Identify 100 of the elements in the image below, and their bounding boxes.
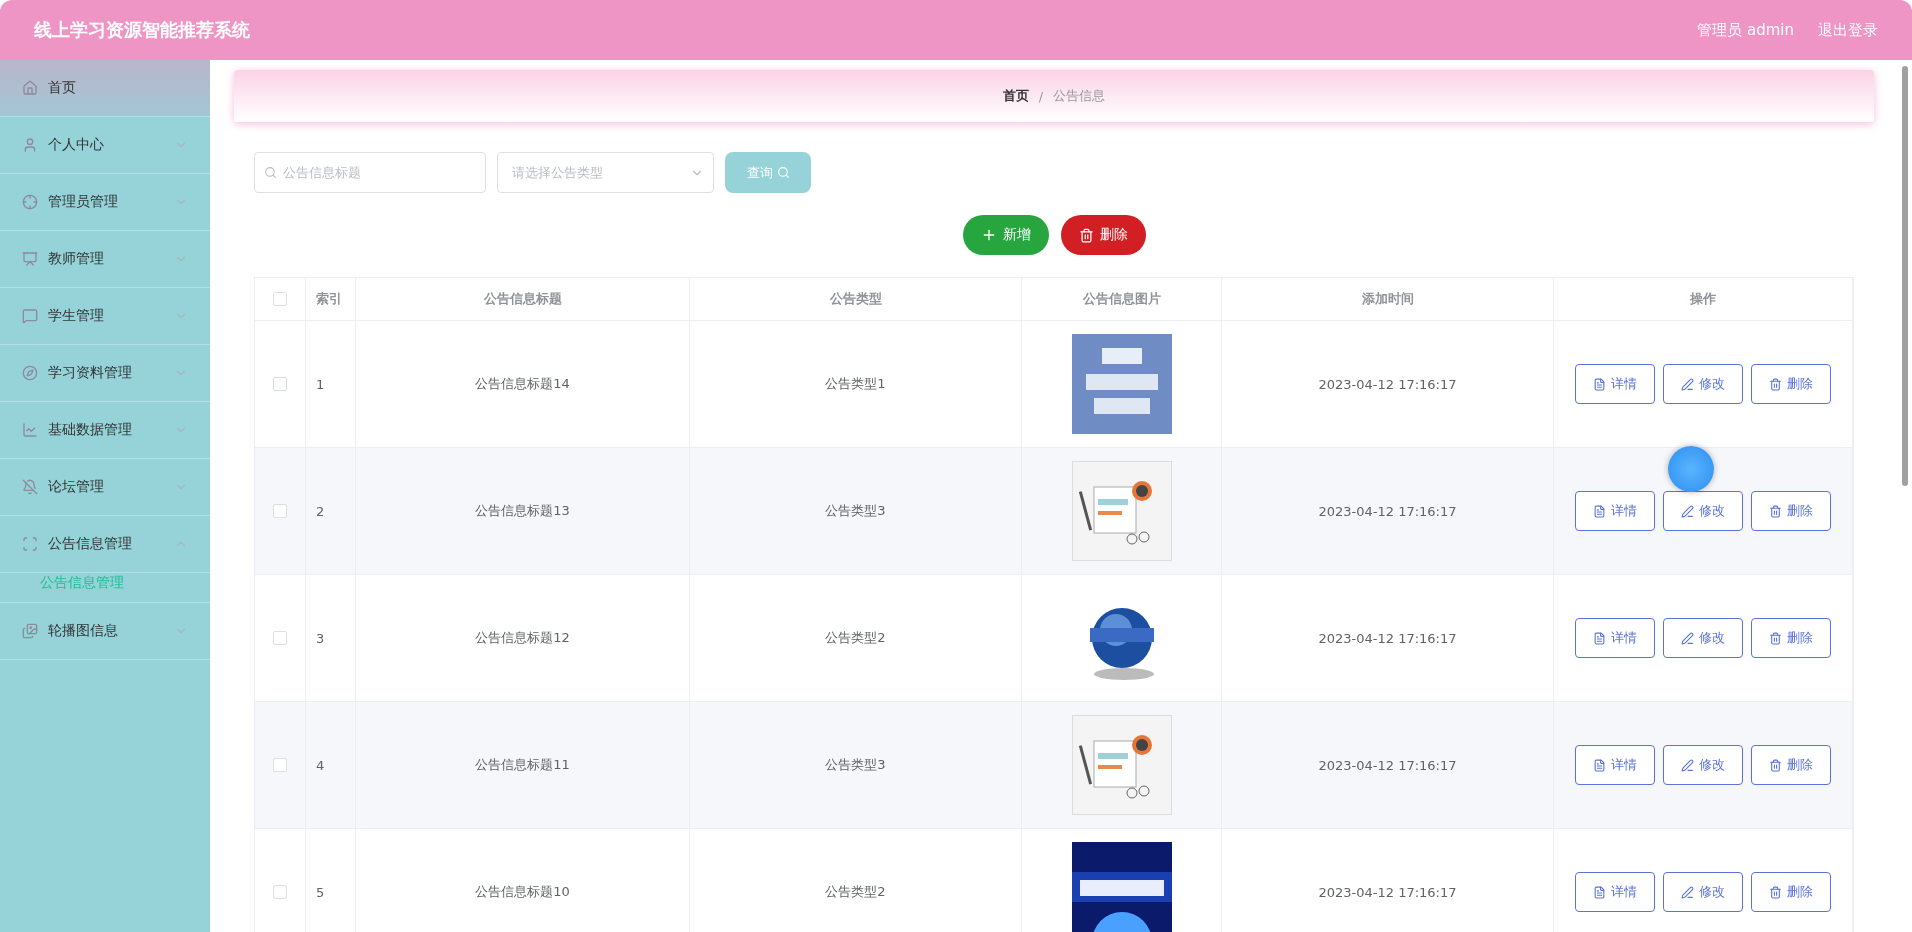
table-cell: 2023-04-12 17:16:17 bbox=[1318, 884, 1457, 900]
trash-icon bbox=[1769, 758, 1782, 772]
trash-icon bbox=[1769, 631, 1782, 645]
details-button[interactable]: 详情 bbox=[1575, 364, 1655, 404]
document-icon bbox=[1593, 504, 1606, 518]
chart-icon bbox=[22, 422, 38, 438]
breadcrumb-item[interactable]: 首页 bbox=[1002, 87, 1029, 105]
delete-button[interactable]: 删除 bbox=[1751, 364, 1831, 404]
column-header: 公告类型 bbox=[829, 290, 882, 308]
table-cell: 公告类型2 bbox=[825, 629, 886, 647]
sidebar-label: 公告信息管理 bbox=[48, 535, 133, 553]
user-label: 管理员 admin bbox=[1697, 20, 1794, 40]
row-checkbox[interactable] bbox=[273, 885, 287, 899]
table-cell: 3 bbox=[316, 630, 325, 646]
table-cell: 2023-04-12 17:16:17 bbox=[1318, 757, 1457, 773]
document-icon bbox=[1593, 631, 1606, 645]
table-cell: 公告类型2 bbox=[825, 883, 886, 901]
sidebar-label: 学生管理 bbox=[48, 307, 105, 325]
table-cell: 公告信息标题14 bbox=[475, 375, 570, 393]
table-cell: 公告类型1 bbox=[825, 375, 886, 393]
trash-icon bbox=[1078, 227, 1094, 243]
delete-button[interactable]: 删除 bbox=[1751, 872, 1831, 912]
add-button[interactable]: 新增 bbox=[962, 215, 1049, 255]
pen-icon bbox=[1681, 377, 1694, 391]
delete-button[interactable]: 删除 bbox=[1060, 215, 1146, 255]
breadcrumb-separator: / bbox=[1038, 88, 1044, 104]
details-button[interactable]: 详情 bbox=[1575, 618, 1655, 658]
sidebar-item[interactable]: 教师管理 bbox=[0, 231, 210, 288]
details-button[interactable]: 详情 bbox=[1575, 745, 1655, 785]
sidebar-label: 论坛管理 bbox=[48, 478, 105, 496]
trash-icon bbox=[1769, 504, 1782, 518]
sidebar-label: 首页 bbox=[48, 79, 77, 97]
title-search-field[interactable]: 公告信息标题 bbox=[254, 152, 486, 193]
pen-icon bbox=[1681, 631, 1694, 645]
user-icon bbox=[22, 137, 38, 153]
sidebar-label: 个人中心 bbox=[48, 136, 105, 154]
sidebar-label: 基础数据管理 bbox=[48, 421, 133, 439]
type-select[interactable]: 请选择公告类型 bbox=[497, 152, 714, 193]
table-cell: 1 bbox=[316, 376, 325, 392]
sidebar-item[interactable]: 学习资料管理 bbox=[0, 345, 210, 402]
column-header: 公告信息标题 bbox=[483, 290, 562, 308]
sidebar-item[interactable]: 管理员管理 bbox=[0, 174, 210, 231]
table-cell: 公告类型3 bbox=[825, 502, 886, 520]
breadcrumb-item: 公告信息 bbox=[1053, 87, 1106, 105]
row-checkbox[interactable] bbox=[273, 504, 287, 518]
sidebar-item[interactable]: 基础数据管理 bbox=[0, 402, 210, 459]
chat-icon bbox=[22, 308, 38, 324]
pen-icon bbox=[1681, 504, 1694, 518]
sidebar-label: 管理员管理 bbox=[48, 193, 119, 211]
document-icon bbox=[1593, 758, 1606, 772]
delete-button[interactable]: 删除 bbox=[1751, 618, 1831, 658]
column-header: 索引 bbox=[316, 290, 342, 308]
table-cell: 公告信息标题12 bbox=[475, 629, 570, 647]
sidebar-label: 学习资料管理 bbox=[48, 364, 133, 382]
table-cell: 2023-04-12 17:16:17 bbox=[1318, 376, 1457, 392]
edit-button[interactable]: 修改 bbox=[1663, 364, 1743, 404]
select-all-checkbox[interactable] bbox=[273, 292, 287, 306]
house-icon bbox=[22, 80, 38, 96]
edit-button[interactable]: 修改 bbox=[1663, 618, 1743, 658]
column-header: 操作 bbox=[1690, 290, 1716, 308]
details-button[interactable]: 详情 bbox=[1575, 872, 1655, 912]
delete-button[interactable]: 删除 bbox=[1751, 491, 1831, 531]
table-cell: 公告信息标题10 bbox=[475, 883, 570, 901]
edit-button[interactable]: 修改 bbox=[1663, 491, 1743, 531]
delete-button[interactable]: 删除 bbox=[1751, 745, 1831, 785]
images-icon bbox=[22, 623, 38, 639]
column-header: 添加时间 bbox=[1361, 290, 1414, 308]
edit-button[interactable]: 修改 bbox=[1663, 745, 1743, 785]
table-cell: 2 bbox=[316, 503, 325, 519]
pen-icon bbox=[1681, 885, 1694, 899]
sidebar-item[interactable]: 首页 bbox=[0, 60, 210, 117]
table-cell: 5 bbox=[316, 884, 325, 900]
presentation-icon bbox=[22, 251, 38, 267]
scrollbar[interactable] bbox=[1902, 66, 1908, 486]
sidebar-item[interactable]: 公告信息管理 bbox=[0, 516, 210, 573]
table-cell: 公告信息标题11 bbox=[475, 756, 570, 774]
sidebar-item[interactable]: 论坛管理 bbox=[0, 459, 210, 516]
sidebar-item[interactable]: 学生管理 bbox=[0, 288, 210, 345]
trash-icon bbox=[1769, 377, 1782, 391]
compass-icon bbox=[22, 365, 38, 381]
sidebar-label: 教师管理 bbox=[48, 250, 105, 268]
sidebar-label: 轮播图信息 bbox=[48, 622, 119, 640]
row-checkbox[interactable] bbox=[273, 631, 287, 645]
column-header: 公告信息图片 bbox=[1082, 290, 1161, 308]
search-icon bbox=[776, 166, 790, 179]
sidebar-item[interactable]: 个人中心 bbox=[0, 117, 210, 174]
bell-off-icon bbox=[22, 479, 38, 495]
table-cell: 公告类型3 bbox=[825, 756, 886, 774]
sidebar-item[interactable]: 轮播图信息 bbox=[0, 603, 210, 660]
search-icon bbox=[264, 166, 277, 179]
details-button[interactable]: 详情 bbox=[1575, 491, 1655, 531]
scan-icon bbox=[22, 536, 38, 552]
document-icon bbox=[1593, 885, 1606, 899]
document-icon bbox=[1593, 377, 1606, 391]
trash-icon bbox=[1769, 885, 1782, 899]
row-checkbox[interactable] bbox=[273, 758, 287, 772]
pen-icon bbox=[1681, 758, 1694, 772]
edit-button[interactable]: 修改 bbox=[1663, 872, 1743, 912]
table-cell: 2023-04-12 17:16:17 bbox=[1318, 503, 1457, 519]
row-checkbox[interactable] bbox=[273, 377, 287, 391]
